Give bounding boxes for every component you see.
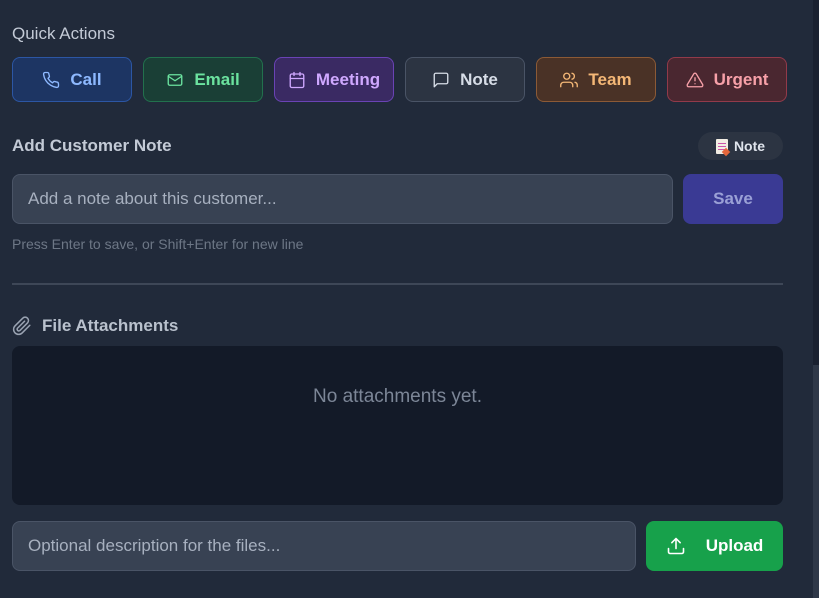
- upload-button[interactable]: Upload: [646, 521, 783, 571]
- scrollbar-thumb[interactable]: [813, 365, 819, 598]
- note-hint: Press Enter to save, or Shift+Enter for …: [12, 236, 304, 252]
- warning-icon: [686, 72, 704, 87]
- customer-note-input[interactable]: Add a note about this customer...: [12, 174, 673, 224]
- team-button-label: Team: [588, 69, 632, 89]
- mail-icon: [167, 73, 183, 86]
- attachments-empty-state: No attachments yet.: [313, 386, 482, 407]
- note-button-label: Note: [460, 69, 498, 89]
- file-attachments-header: File Attachments: [12, 316, 178, 336]
- urgent-button-label: Urgent: [713, 69, 769, 89]
- upload-button-label: Upload: [705, 536, 764, 555]
- add-customer-note-title: Add Customer Note: [12, 136, 172, 155]
- meeting-button[interactable]: Meeting: [274, 57, 394, 102]
- urgent-button[interactable]: Urgent: [667, 57, 787, 102]
- phone-icon: [43, 71, 60, 88]
- file-description-placeholder: Optional description for the files...: [28, 536, 281, 555]
- call-button-label: Call: [70, 69, 102, 89]
- customer-note-placeholder: Add a note about this customer...: [28, 189, 277, 208]
- save-note-button[interactable]: Save: [683, 174, 783, 224]
- attachments-list: No attachments yet.: [12, 346, 783, 505]
- file-attachments-title: File Attachments: [42, 316, 179, 335]
- email-button[interactable]: Email: [143, 57, 263, 102]
- calendar-icon: [289, 71, 305, 88]
- team-button[interactable]: Team: [536, 57, 656, 102]
- memo-icon: [715, 138, 728, 154]
- speech-bubble-icon: [433, 72, 449, 87]
- section-divider: [12, 283, 783, 285]
- paperclip-icon: [12, 316, 31, 336]
- email-button-label: Email: [194, 69, 240, 89]
- note-type-badge-label: Note: [733, 138, 766, 154]
- note-button[interactable]: Note: [405, 57, 525, 102]
- file-description-input[interactable]: Optional description for the files...: [12, 521, 636, 571]
- note-type-badge[interactable]: Note: [698, 132, 783, 160]
- upload-icon: [667, 537, 684, 555]
- quick-actions-title: Quick Actions: [12, 24, 115, 43]
- call-button[interactable]: Call: [12, 57, 132, 102]
- meeting-button-label: Meeting: [315, 69, 381, 89]
- users-icon: [560, 72, 579, 87]
- quick-actions-row: Call Email Meeting Note Team Urgent: [12, 57, 787, 102]
